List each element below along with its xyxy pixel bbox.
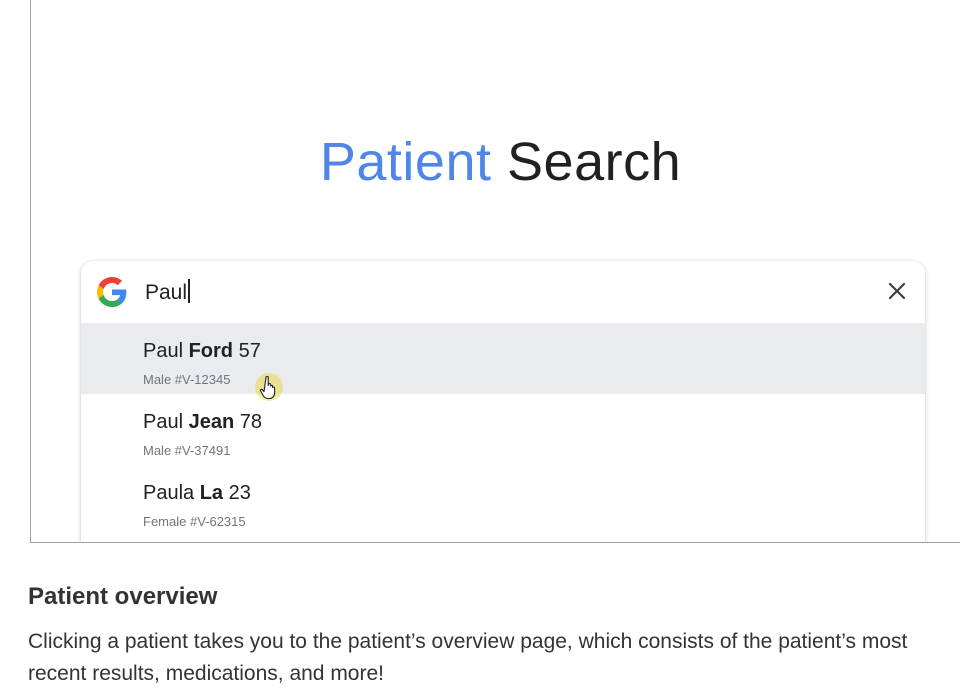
patient-name: Paul Ford 57 — [143, 340, 261, 363]
search-box: Paul Paul Ford 57 Male #V-12345 Paul Jea… — [81, 261, 925, 542]
first-name: Paul — [143, 411, 184, 433]
results-list: Paul Ford 57 Male #V-12345 Paul Jean 78 … — [81, 323, 925, 536]
patient-details: Male #V-37491 — [143, 443, 231, 458]
list-item[interactable]: Paula La 23 Female #V-62315 — [81, 465, 925, 536]
last-name: Ford — [188, 340, 234, 362]
patient-name: Paula La 23 — [143, 482, 251, 505]
text-caret — [188, 279, 190, 303]
list-item[interactable]: Paul Ford 57 Male #V-12345 — [81, 323, 925, 401]
last-name: La — [199, 482, 224, 504]
last-name: Jean — [188, 411, 235, 433]
close-icon[interactable] — [885, 279, 909, 303]
first-name: Paul — [143, 340, 184, 362]
patient-age: 57 — [238, 340, 261, 362]
app-screenshot-frame: Patient Search Paul Paul Ford 57 Male #V… — [30, 0, 960, 543]
page-title-rest: Search — [507, 132, 682, 192]
list-item[interactable]: Paul Jean 78 Male #V-37491 — [81, 394, 925, 465]
search-input-value: Paul — [145, 281, 188, 304]
caption-body: Clicking a patient takes you to the pati… — [28, 630, 908, 685]
patient-details: Female #V-62315 — [143, 514, 246, 529]
patient-name: Paul Jean 78 — [143, 411, 262, 434]
search-bar[interactable]: Paul — [81, 261, 925, 321]
first-name: Paula — [143, 482, 195, 504]
search-input[interactable]: Paul — [145, 279, 190, 306]
patient-age: 78 — [239, 411, 262, 433]
page-title-highlight: Patient — [319, 132, 492, 192]
caption-heading: Patient overview — [28, 583, 218, 610]
patient-details: Male #V-12345 — [143, 372, 231, 387]
patient-age: 23 — [228, 482, 251, 504]
page-title: Patient Search — [31, 127, 960, 197]
google-g-icon — [97, 277, 127, 307]
